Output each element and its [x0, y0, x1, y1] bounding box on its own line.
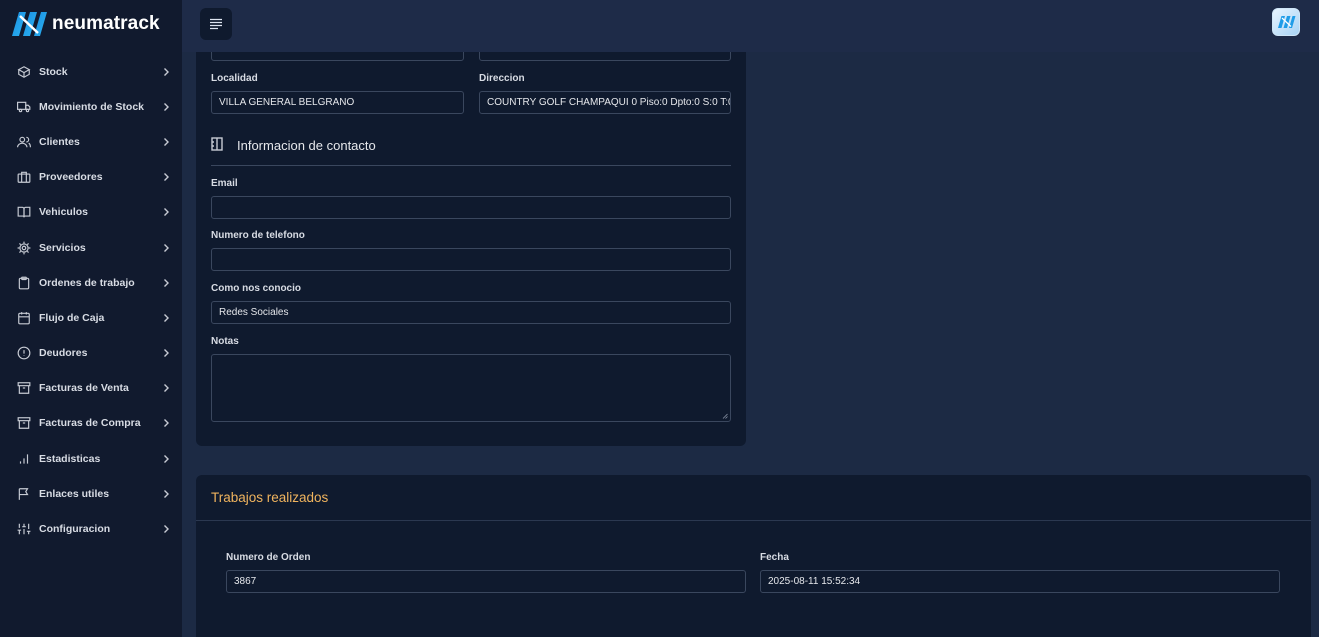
direccion-input[interactable]: COUNTRY GOLF CHAMPAQUI 0 Piso:0 Dpto:0 S…: [479, 91, 731, 114]
brand[interactable]: neumatrack: [0, 0, 182, 48]
chevron-right-icon: [162, 383, 170, 393]
book-icon: [17, 205, 31, 219]
localidad-input[interactable]: VILLA GENERAL BELGRANO: [211, 91, 464, 114]
chevron-right-icon: [162, 102, 170, 112]
conocio-label: Como nos conocio: [211, 283, 301, 294]
clipboard-icon: [17, 276, 31, 290]
sidebar-item-label: Facturas de Compra: [39, 417, 141, 430]
resize-handle-icon[interactable]: [722, 413, 728, 419]
sidebar-item-label: Proveedores: [39, 171, 103, 184]
client-form-card: 5174 CORDOBA Localidad VILLA GENERAL BEL…: [196, 28, 746, 446]
notas-textarea[interactable]: [211, 354, 731, 422]
sidebar-nav: Stock Movimiento de Stock Clientes Prove…: [0, 54, 182, 547]
orden-label: Numero de Orden: [226, 552, 311, 563]
sidebar-item-label: Estadisticas: [39, 452, 101, 465]
sidebar-item-proveedores[interactable]: Proveedores: [0, 160, 182, 195]
sidebar-item-clientes[interactable]: Clientes: [0, 124, 182, 159]
card-divider: [196, 520, 1311, 521]
email-label: Email: [211, 178, 238, 189]
neumatrack-logo: [12, 12, 47, 36]
sidebar-item-label: Servicios: [39, 241, 86, 254]
sidebar-item-movimiento-de-stock[interactable]: Movimiento de Stock: [0, 89, 182, 124]
sidebar-item-label: Clientes: [39, 135, 80, 148]
conocio-select[interactable]: Redes Sociales: [211, 301, 731, 324]
box-icon: [17, 65, 31, 79]
fecha-label: Fecha: [760, 552, 789, 563]
chevron-right-icon: [162, 207, 170, 217]
calendar-icon: [17, 311, 31, 325]
telefono-label: Numero de telefono: [211, 230, 305, 241]
sidebar-item-label: Configuracion: [39, 523, 111, 536]
notas-label: Notas: [211, 336, 239, 347]
sidebar-item-estadisticas[interactable]: Estadisticas: [0, 441, 182, 476]
sidebar-item-vehiculos[interactable]: Vehiculos: [0, 195, 182, 230]
gear-icon: [17, 241, 31, 255]
sidebar-item-stock[interactable]: Stock: [0, 54, 182, 89]
fecha-input[interactable]: 2025-08-11 15:52:34: [760, 570, 1280, 593]
brand-name: neumatrack: [52, 13, 160, 34]
flag-icon: [17, 487, 31, 501]
archive-icon: [17, 416, 31, 430]
sidebar-item-label: Deudores: [39, 347, 88, 360]
sidebar-item-ordenes-de-trabajo[interactable]: Ordenes de trabajo: [0, 265, 182, 300]
sidebar-item-label: Stock: [39, 65, 68, 78]
sidebar-item-facturas-de-compra[interactable]: Facturas de Compra: [0, 406, 182, 441]
sidebar-item-label: Flujo de Caja: [39, 311, 105, 324]
bar-chart-icon: [17, 452, 31, 466]
sidebar-item-facturas-de-venta[interactable]: Facturas de Venta: [0, 371, 182, 406]
menu-toggle-button[interactable]: [200, 8, 232, 40]
chevron-right-icon: [162, 278, 170, 288]
sliders-icon: [17, 522, 31, 536]
section-divider: [211, 165, 731, 166]
chevron-right-icon: [162, 172, 170, 182]
telefono-input[interactable]: [211, 248, 731, 271]
chevron-right-icon: [162, 348, 170, 358]
sidebar-item-label: Facturas de Venta: [39, 382, 129, 395]
localidad-label: Localidad: [211, 73, 258, 84]
sidebar-item-label: Ordenes de trabajo: [39, 276, 135, 289]
chevron-right-icon: [162, 243, 170, 253]
sidebar-item-label: Enlaces utiles: [39, 487, 110, 500]
trabajos-title: Trabajos realizados: [211, 490, 329, 505]
email-input[interactable]: [211, 196, 731, 219]
sidebar-item-deudores[interactable]: Deudores: [0, 336, 182, 371]
chevron-right-icon: [162, 137, 170, 147]
archive-icon: [17, 381, 31, 395]
sidebar: neumatrack Stock Movimiento de Stock Cli…: [0, 0, 182, 637]
sidebar-item-configuracion[interactable]: Configuracion: [0, 511, 182, 546]
chevron-right-icon: [162, 67, 170, 77]
building-icon: [211, 137, 223, 151]
sidebar-item-enlaces-utiles[interactable]: Enlaces utiles: [0, 476, 182, 511]
trabajos-card: Trabajos realizados Numero de Orden 3867…: [196, 475, 1311, 637]
sidebar-item-label: Vehiculos: [39, 206, 89, 219]
top-bar: [182, 0, 1319, 52]
chevron-right-icon: [162, 454, 170, 464]
user-avatar[interactable]: [1272, 8, 1300, 36]
users-icon: [17, 135, 31, 149]
sidebar-item-label: Movimiento de Stock: [39, 100, 145, 113]
truck-icon: [17, 100, 31, 114]
sidebar-item-servicios[interactable]: Servicios: [0, 230, 182, 265]
neumatrack-logo-small: [1278, 16, 1296, 28]
chevron-right-icon: [162, 524, 170, 534]
chevron-right-icon: [162, 313, 170, 323]
chevron-right-icon: [162, 489, 170, 499]
contact-section-title: Informacion de contacto: [237, 138, 376, 153]
orden-input[interactable]: 3867: [226, 570, 746, 593]
direccion-label: Direccion: [479, 73, 525, 84]
briefcase-icon: [17, 170, 31, 184]
alert-circle-icon: [17, 346, 31, 360]
chevron-right-icon: [162, 418, 170, 428]
menu-icon: [210, 18, 222, 30]
sidebar-item-flujo-de-caja[interactable]: Flujo de Caja: [0, 300, 182, 335]
